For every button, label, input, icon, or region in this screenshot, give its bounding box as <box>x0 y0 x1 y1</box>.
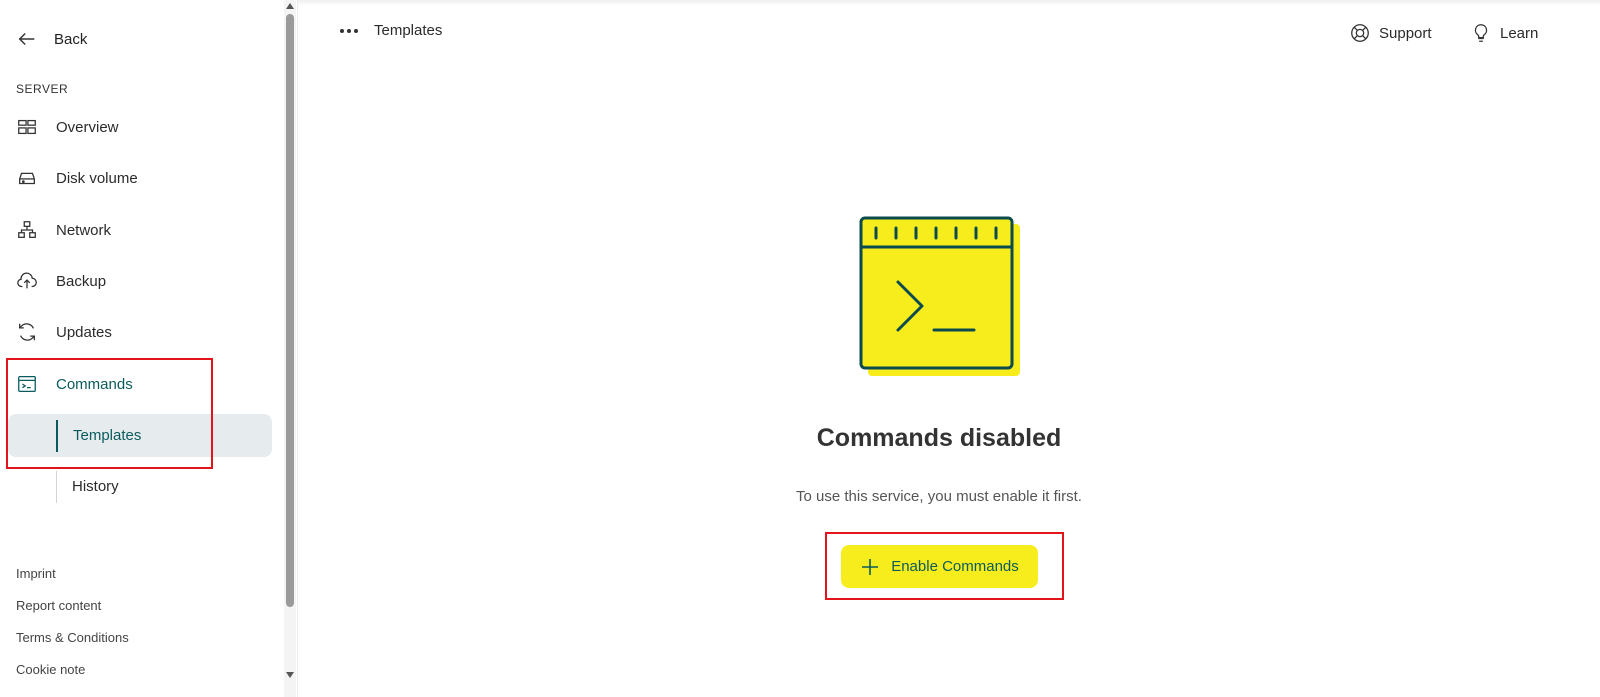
terminal-icon <box>16 373 38 395</box>
sidebar-item-label: Backup <box>56 272 107 290</box>
enable-commands-button[interactable]: Enable Commands <box>841 545 1038 588</box>
footer-link-report-content[interactable]: Report content <box>16 598 101 613</box>
learn-label: Learn <box>1500 24 1539 42</box>
overview-icon <box>16 116 38 138</box>
sidebar-item-label: Commands <box>56 375 133 393</box>
sidebar-item-label: Overview <box>56 118 119 136</box>
sidebar-divider <box>297 0 298 697</box>
support-label: Support <box>1379 24 1432 42</box>
lifebuoy-icon <box>1351 24 1369 42</box>
sidebar-item-commands[interactable]: Commands <box>16 371 133 397</box>
footer-link-terms[interactable]: Terms & Conditions <box>16 630 129 645</box>
scrollbar-thumb[interactable] <box>286 14 294 607</box>
terminal-illustration-icon <box>859 216 1020 376</box>
network-icon <box>16 219 38 241</box>
sidebar: Back SERVER Overview Disk volume Network… <box>0 0 284 697</box>
sidebar-item-backup[interactable]: Backup <box>16 268 106 294</box>
empty-state-description: To use this service, you must enable it … <box>796 488 1082 505</box>
sidebar-item-label: Network <box>56 221 112 239</box>
sidebar-item-overview[interactable]: Overview <box>16 114 119 140</box>
footer-link-cookie-note[interactable]: Cookie note <box>16 662 85 677</box>
plus-icon <box>862 558 879 575</box>
learn-link[interactable]: Learn <box>1470 22 1538 44</box>
scroll-down-arrow-icon[interactable] <box>285 670 295 680</box>
disk-icon <box>16 167 38 189</box>
cloud-upload-icon <box>16 270 38 292</box>
empty-state-title: Commands disabled <box>816 424 1062 452</box>
scroll-up-arrow-icon[interactable] <box>285 1 295 11</box>
back-label: Back <box>54 30 88 48</box>
sidebar-item-network[interactable]: Network <box>16 217 111 243</box>
enable-commands-label: Enable Commands <box>891 558 1019 575</box>
more-options-icon[interactable] <box>340 28 358 33</box>
section-title: SERVER <box>16 82 69 96</box>
footer-link-imprint[interactable]: Imprint <box>16 566 56 581</box>
sidebar-scrollbar[interactable] <box>284 0 296 697</box>
arrow-left-icon <box>18 32 35 46</box>
breadcrumb-current: Templates <box>374 22 443 39</box>
sidebar-item-label: Updates <box>56 323 112 341</box>
refresh-icon <box>16 321 38 343</box>
breadcrumb: Templates <box>340 22 442 39</box>
lightbulb-icon <box>1474 24 1488 42</box>
topbar-shadow <box>298 0 1600 6</box>
sidebar-item-updates[interactable]: Updates <box>16 319 112 345</box>
sidebar-item-label: Disk volume <box>56 169 138 187</box>
sidebar-item-disk-volume[interactable]: Disk volume <box>16 165 138 191</box>
back-link[interactable]: Back <box>16 27 87 51</box>
support-link[interactable]: Support <box>1349 22 1432 44</box>
